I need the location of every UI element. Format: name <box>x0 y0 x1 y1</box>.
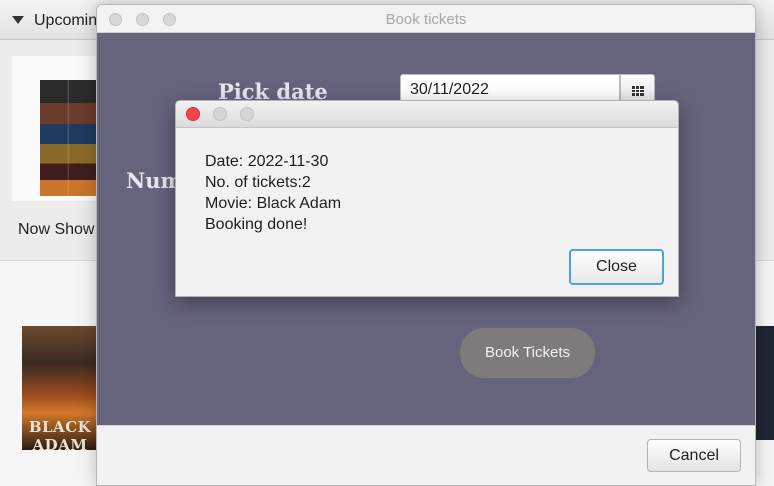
message-movie: Movie: Black Adam <box>205 195 342 212</box>
now-showing-label: Now Show <box>18 221 95 238</box>
dialog-titlebar[interactable] <box>176 101 678 128</box>
close-dialog-icon[interactable] <box>186 107 200 121</box>
triangle-down-icon[interactable] <box>12 16 24 24</box>
book-tickets-button[interactable]: Book Tickets <box>460 328 595 378</box>
minimize-dialog-icon[interactable] <box>213 107 227 121</box>
message-date: Date: 2022-11-30 <box>205 153 329 170</box>
cancel-button[interactable]: Cancel <box>647 439 741 472</box>
message-ticket-count: No. of tickets:2 <box>205 174 311 191</box>
book-window-titlebar[interactable]: Book tickets <box>97 5 755 33</box>
book-window-title: Book tickets <box>385 11 467 28</box>
booking-confirmation-dialog: Date: 2022-11-30 No. of tickets:2 Movie:… <box>175 100 679 297</box>
calendar-icon <box>632 86 644 96</box>
upcoming-label: Upcomin <box>34 12 98 29</box>
upcoming-movie-poster[interactable] <box>40 80 96 196</box>
close-button[interactable]: Close <box>569 249 664 285</box>
poster-title: BLACK ADAM <box>28 418 92 454</box>
zoom-dialog-icon[interactable] <box>240 107 254 121</box>
dialog-message: Date: 2022-11-30 No. of tickets:2 Movie:… <box>205 151 341 235</box>
message-status: Booking done! <box>205 216 308 233</box>
next-movie-poster[interactable] <box>756 326 774 440</box>
